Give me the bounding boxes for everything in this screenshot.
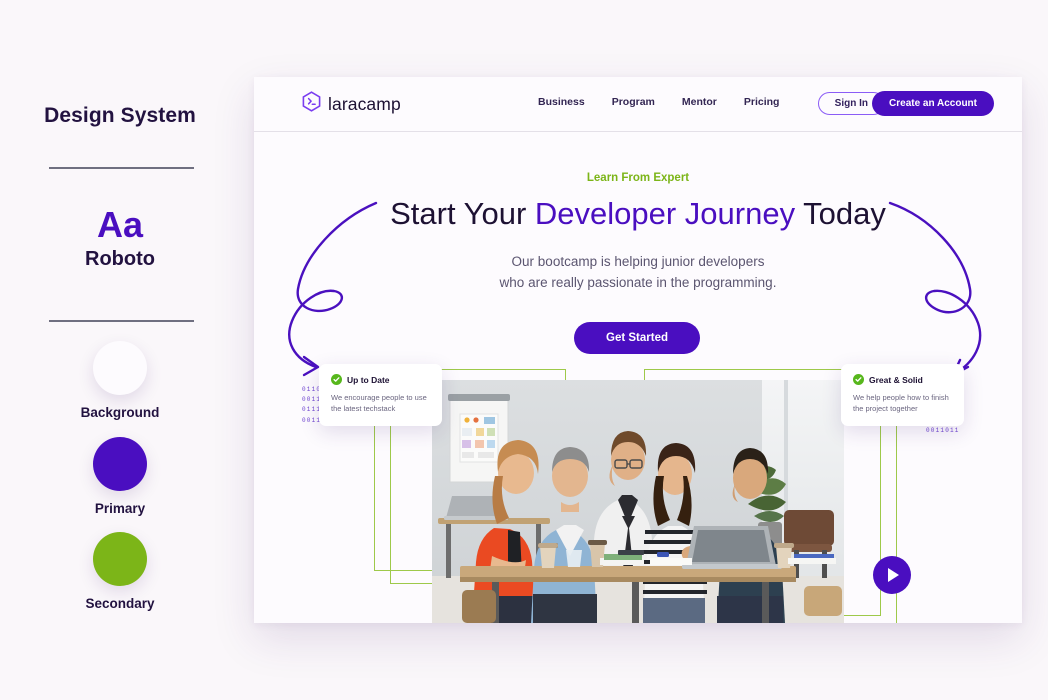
hero-subtitle: Our bootcamp is helping junior developer…: [254, 252, 1022, 294]
design-system-title: Design System: [44, 104, 196, 127]
hero-subtitle-line1: Our bootcamp is helping junior developer…: [511, 254, 765, 269]
get-started-button[interactable]: Get Started: [574, 322, 700, 354]
feature-card-body: We help people how to finish the project…: [853, 393, 949, 414]
website-mockup-card: laracamp Business Program Mentor Pricing…: [254, 77, 1022, 623]
swatch-circle-background: [93, 341, 147, 395]
hero-heading-after: Today: [795, 196, 886, 231]
color-swatch-background: Background: [0, 341, 240, 420]
hero-heading-highlight: Developer Journey: [534, 196, 796, 231]
check-circle-icon: [853, 374, 864, 385]
brand-logo[interactable]: laracamp: [302, 91, 401, 117]
feature-card-body: We encourage people to use the latest te…: [331, 393, 427, 414]
swatch-circle-secondary: [93, 532, 147, 586]
nav-link-pricing[interactable]: Pricing: [744, 96, 780, 108]
check-circle-icon: [331, 374, 342, 385]
typography-sample: Aa: [96, 204, 144, 245]
play-video-button[interactable]: [873, 556, 911, 594]
hero-video-thumbnail[interactable]: [432, 380, 844, 623]
color-swatch-secondary: Secondary: [0, 532, 240, 611]
navbar: laracamp Business Program Mentor Pricing…: [254, 77, 1022, 132]
swatch-label-secondary: Secondary: [85, 596, 155, 611]
hero-heading: Start Your Developer Journey Today: [254, 196, 1022, 232]
feature-card-header: Great & Solid: [853, 374, 952, 385]
color-swatch-primary: Primary: [0, 437, 240, 516]
hero-subtitle-line2: who are really passionate in the program…: [499, 274, 777, 290]
brand-name: laracamp: [328, 93, 401, 114]
nav-links: Business Program Mentor Pricing: [538, 96, 779, 108]
hero-eyebrow: Learn From Expert: [586, 172, 690, 184]
feature-card-title: Up to Date: [347, 374, 390, 385]
divider-top: [49, 167, 194, 169]
swatch-label-primary: Primary: [94, 501, 146, 516]
hero-heading-before: Start Your: [390, 196, 535, 231]
nav-link-program[interactable]: Program: [612, 96, 655, 108]
swatch-circle-primary: [93, 437, 147, 491]
feature-card-header: Up to Date: [331, 374, 430, 385]
hexagon-terminal-icon: [302, 91, 321, 117]
typography-font-name: Roboto: [85, 248, 155, 270]
play-triangle-icon: [888, 568, 899, 582]
swatch-label-background: Background: [80, 405, 160, 420]
feature-card-up-to-date: Up to Date We encourage people to use th…: [319, 364, 442, 426]
feature-card-great-and-solid: Great & Solid We help people how to fini…: [841, 364, 964, 426]
divider-bottom: [49, 320, 194, 322]
nav-link-mentor[interactable]: Mentor: [682, 96, 717, 108]
nav-link-business[interactable]: Business: [538, 96, 585, 108]
create-account-button[interactable]: Create an Account: [872, 91, 994, 116]
feature-card-title: Great & Solid: [869, 374, 923, 385]
design-system-panel: Design System Aa Roboto Background Prima…: [0, 0, 254, 700]
